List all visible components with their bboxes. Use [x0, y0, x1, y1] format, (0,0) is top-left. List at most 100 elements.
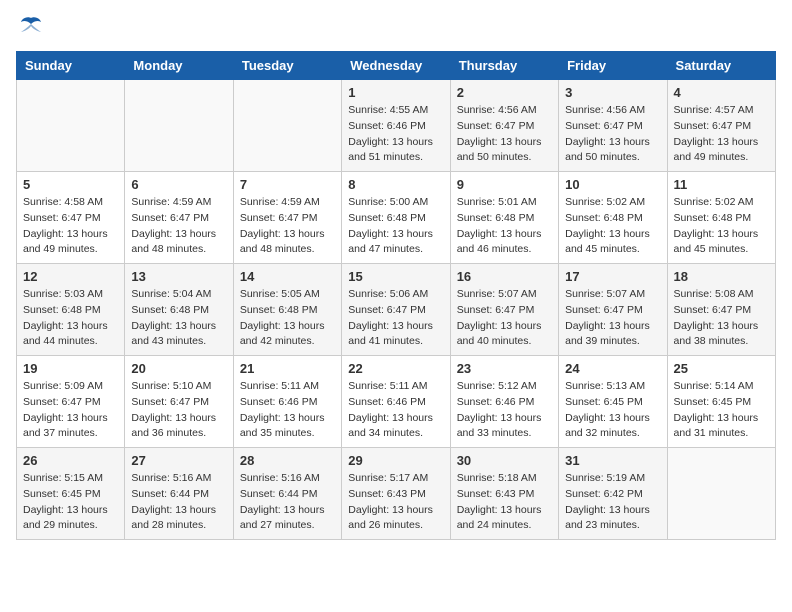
day-number: 1 [348, 85, 443, 100]
calendar-cell: 5 Sunrise: 4:58 AM Sunset: 6:47 PM Daylig… [17, 172, 125, 264]
day-info: Sunrise: 4:58 AM Sunset: 6:47 PM Dayligh… [23, 195, 118, 258]
day-number: 3 [565, 85, 660, 100]
calendar-cell: 8 Sunrise: 5:00 AM Sunset: 6:48 PM Daylig… [342, 172, 450, 264]
day-info: Sunrise: 5:12 AM Sunset: 6:46 PM Dayligh… [457, 379, 552, 442]
day-number: 22 [348, 361, 443, 376]
day-info: Sunrise: 5:19 AM Sunset: 6:42 PM Dayligh… [565, 471, 660, 534]
calendar-cell [233, 80, 341, 172]
day-info: Sunrise: 5:09 AM Sunset: 6:47 PM Dayligh… [23, 379, 118, 442]
weekday-header-tuesday: Tuesday [233, 52, 341, 80]
calendar-cell: 24 Sunrise: 5:13 AM Sunset: 6:45 PM Dayli… [559, 356, 667, 448]
day-info: Sunrise: 5:11 AM Sunset: 6:46 PM Dayligh… [240, 379, 335, 442]
calendar-cell: 31 Sunrise: 5:19 AM Sunset: 6:42 PM Dayli… [559, 448, 667, 540]
day-number: 8 [348, 177, 443, 192]
calendar-cell: 26 Sunrise: 5:15 AM Sunset: 6:45 PM Dayli… [17, 448, 125, 540]
calendar-cell: 19 Sunrise: 5:09 AM Sunset: 6:47 PM Dayli… [17, 356, 125, 448]
day-number: 29 [348, 453, 443, 468]
week-row-2: 5 Sunrise: 4:58 AM Sunset: 6:47 PM Daylig… [17, 172, 776, 264]
day-info: Sunrise: 5:07 AM Sunset: 6:47 PM Dayligh… [565, 287, 660, 350]
day-number: 15 [348, 269, 443, 284]
day-number: 31 [565, 453, 660, 468]
day-number: 25 [674, 361, 769, 376]
calendar-cell [667, 448, 775, 540]
weekday-header-thursday: Thursday [450, 52, 558, 80]
day-number: 12 [23, 269, 118, 284]
calendar-cell: 30 Sunrise: 5:18 AM Sunset: 6:43 PM Dayli… [450, 448, 558, 540]
logo [16, 16, 42, 39]
calendar-cell: 14 Sunrise: 5:05 AM Sunset: 6:48 PM Dayli… [233, 264, 341, 356]
weekday-header-wednesday: Wednesday [342, 52, 450, 80]
day-number: 10 [565, 177, 660, 192]
calendar-cell [125, 80, 233, 172]
day-info: Sunrise: 5:02 AM Sunset: 6:48 PM Dayligh… [565, 195, 660, 258]
calendar-cell [17, 80, 125, 172]
calendar-cell: 28 Sunrise: 5:16 AM Sunset: 6:44 PM Dayli… [233, 448, 341, 540]
day-number: 11 [674, 177, 769, 192]
calendar-cell: 4Sunrise: 4:57 AM Sunset: 6:47 PM Daylig… [667, 80, 775, 172]
calendar-cell: 7 Sunrise: 4:59 AM Sunset: 6:47 PM Daylig… [233, 172, 341, 264]
day-number: 18 [674, 269, 769, 284]
calendar-cell: 15 Sunrise: 5:06 AM Sunset: 6:47 PM Dayli… [342, 264, 450, 356]
day-info: Sunrise: 5:15 AM Sunset: 6:45 PM Dayligh… [23, 471, 118, 534]
day-number: 2 [457, 85, 552, 100]
day-number: 28 [240, 453, 335, 468]
day-info: Sunrise: 5:01 AM Sunset: 6:48 PM Dayligh… [457, 195, 552, 258]
day-number: 7 [240, 177, 335, 192]
day-info: Sunrise: 5:04 AM Sunset: 6:48 PM Dayligh… [131, 287, 226, 350]
day-number: 16 [457, 269, 552, 284]
day-info: Sunrise: 5:06 AM Sunset: 6:47 PM Dayligh… [348, 287, 443, 350]
day-number: 17 [565, 269, 660, 284]
calendar-cell: 1 Sunrise: 4:55 AM Sunset: 6:46 PM Daylig… [342, 80, 450, 172]
logo-bird-icon [20, 16, 42, 39]
day-info: Sunrise: 5:03 AM Sunset: 6:48 PM Dayligh… [23, 287, 118, 350]
day-info: Sunrise: 5:07 AM Sunset: 6:47 PM Dayligh… [457, 287, 552, 350]
day-number: 30 [457, 453, 552, 468]
calendar-cell: 2 Sunrise: 4:56 AM Sunset: 6:47 PM Daylig… [450, 80, 558, 172]
calendar-cell: 18 Sunrise: 5:08 AM Sunset: 6:47 PM Dayli… [667, 264, 775, 356]
day-info: Sunrise: 4:56 AM Sunset: 6:47 PM Dayligh… [457, 103, 552, 166]
day-number: 6 [131, 177, 226, 192]
weekday-header-friday: Friday [559, 52, 667, 80]
calendar-cell: 12 Sunrise: 5:03 AM Sunset: 6:48 PM Dayli… [17, 264, 125, 356]
calendar-cell: 6 Sunrise: 4:59 AM Sunset: 6:47 PM Daylig… [125, 172, 233, 264]
week-row-3: 12 Sunrise: 5:03 AM Sunset: 6:48 PM Dayli… [17, 264, 776, 356]
calendar-cell: 25 Sunrise: 5:14 AM Sunset: 6:45 PM Dayli… [667, 356, 775, 448]
day-number: 5 [23, 177, 118, 192]
day-number: 9 [457, 177, 552, 192]
calendar-cell: 13 Sunrise: 5:04 AM Sunset: 6:48 PM Dayli… [125, 264, 233, 356]
weekday-header-monday: Monday [125, 52, 233, 80]
calendar-cell: 27 Sunrise: 5:16 AM Sunset: 6:44 PM Dayli… [125, 448, 233, 540]
calendar-cell: 10 Sunrise: 5:02 AM Sunset: 6:48 PM Dayli… [559, 172, 667, 264]
day-number: 4 [674, 85, 769, 100]
week-row-1: 1 Sunrise: 4:55 AM Sunset: 6:46 PM Daylig… [17, 80, 776, 172]
weekday-header-sunday: Sunday [17, 52, 125, 80]
day-number: 14 [240, 269, 335, 284]
day-info: Sunrise: 5:13 AM Sunset: 6:45 PM Dayligh… [565, 379, 660, 442]
day-number: 27 [131, 453, 226, 468]
calendar-cell: 23 Sunrise: 5:12 AM Sunset: 6:46 PM Dayli… [450, 356, 558, 448]
day-info: Sunrise: 5:16 AM Sunset: 6:44 PM Dayligh… [131, 471, 226, 534]
day-info: Sunrise: 5:05 AM Sunset: 6:48 PM Dayligh… [240, 287, 335, 350]
calendar-cell: 9 Sunrise: 5:01 AM Sunset: 6:48 PM Daylig… [450, 172, 558, 264]
day-number: 23 [457, 361, 552, 376]
day-info: Sunrise: 4:55 AM Sunset: 6:46 PM Dayligh… [348, 103, 443, 166]
day-info: Sunrise: 5:14 AM Sunset: 6:45 PM Dayligh… [674, 379, 769, 442]
day-info: Sunrise: 4:59 AM Sunset: 6:47 PM Dayligh… [131, 195, 226, 258]
calendar-cell: 16 Sunrise: 5:07 AM Sunset: 6:47 PM Dayli… [450, 264, 558, 356]
page-header [16, 16, 776, 39]
day-number: 13 [131, 269, 226, 284]
day-number: 20 [131, 361, 226, 376]
day-info: Sunrise: 5:17 AM Sunset: 6:43 PM Dayligh… [348, 471, 443, 534]
day-info: Sunrise: 5:16 AM Sunset: 6:44 PM Dayligh… [240, 471, 335, 534]
day-number: 24 [565, 361, 660, 376]
week-row-5: 26 Sunrise: 5:15 AM Sunset: 6:45 PM Dayli… [17, 448, 776, 540]
day-info: Sunrise: 5:02 AM Sunset: 6:48 PM Dayligh… [674, 195, 769, 258]
day-info: Sunrise: 5:18 AM Sunset: 6:43 PM Dayligh… [457, 471, 552, 534]
day-info: Sunrise: 4:59 AM Sunset: 6:47 PM Dayligh… [240, 195, 335, 258]
day-number: 26 [23, 453, 118, 468]
day-info: Sunrise: 5:00 AM Sunset: 6:48 PM Dayligh… [348, 195, 443, 258]
week-row-4: 19 Sunrise: 5:09 AM Sunset: 6:47 PM Dayli… [17, 356, 776, 448]
day-info: Sunrise: 5:10 AM Sunset: 6:47 PM Dayligh… [131, 379, 226, 442]
day-number: 19 [23, 361, 118, 376]
day-info: Sunrise: 5:08 AM Sunset: 6:47 PM Dayligh… [674, 287, 769, 350]
